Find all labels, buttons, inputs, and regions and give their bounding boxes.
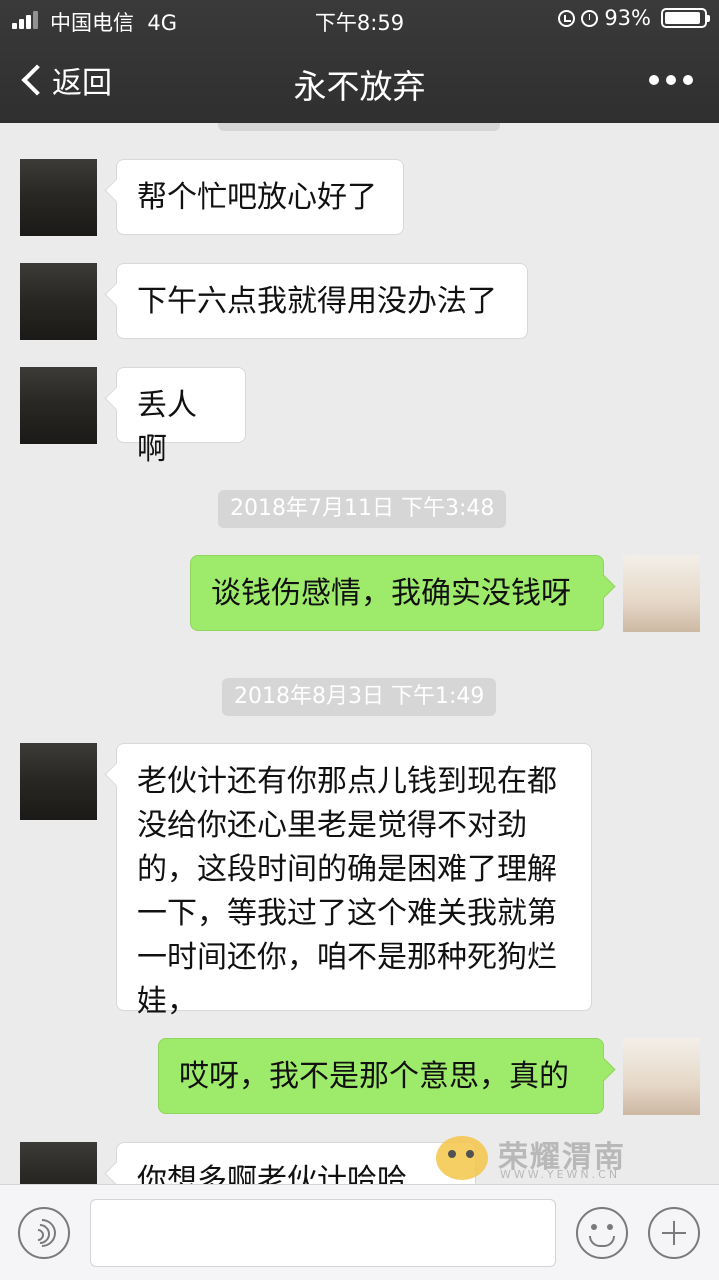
chat-area[interactable]: 帮个忙吧放心好了 下午六点我就得用没办法了 丢人啊 2018年7月11日 下午3… bbox=[0, 123, 719, 1184]
bee-logo-icon bbox=[436, 1136, 488, 1180]
timestamp: 2018年7月11日 下午3:48 bbox=[218, 490, 507, 528]
message-bubble-incoming[interactable]: 下午六点我就得用没办法了 bbox=[116, 263, 528, 339]
battery-tip bbox=[707, 15, 710, 22]
message-bubble-incoming[interactable]: 丢人啊 bbox=[116, 367, 246, 467]
battery-icon bbox=[661, 8, 710, 28]
contact-avatar[interactable] bbox=[20, 743, 97, 820]
contact-avatar[interactable] bbox=[20, 263, 97, 340]
status-indicators: 93% bbox=[558, 6, 710, 30]
alarm-icon bbox=[581, 9, 599, 27]
message-line: 娃， bbox=[137, 984, 197, 1019]
plus-icon[interactable] bbox=[648, 1207, 700, 1259]
my-avatar[interactable] bbox=[623, 1038, 700, 1115]
chat-title: 永不放弃 bbox=[293, 67, 426, 106]
message-text: 哎呀，我不是那个意思，真的 bbox=[179, 1059, 569, 1094]
message-bubble-outgoing[interactable]: 哎呀，我不是那个意思，真的 bbox=[158, 1038, 604, 1114]
timestamp-partial bbox=[218, 123, 500, 131]
message-text: 丢人啊 bbox=[137, 388, 197, 467]
message-line: 老伙计还有你那点儿钱到现在都 bbox=[137, 764, 557, 799]
ellipsis-icon[interactable] bbox=[649, 75, 693, 85]
message-line: 没给你还心里老是觉得不对劲 bbox=[137, 808, 527, 843]
message-line: 一下，等我过了这个难关我就第 bbox=[137, 896, 557, 931]
message-bubble-incoming[interactable]: 你想多啊老伙计哈哈 bbox=[116, 1142, 476, 1184]
voice-icon[interactable] bbox=[18, 1207, 70, 1259]
battery-percent: 93% bbox=[604, 6, 651, 30]
message-text: 下午六点我就得用没办法了 bbox=[137, 284, 497, 319]
input-bar bbox=[0, 1184, 719, 1280]
message-line: 一时间还你，咱不是那种死狗烂 bbox=[137, 940, 557, 975]
rotation-lock-icon bbox=[558, 9, 576, 27]
battery-fill bbox=[665, 12, 701, 24]
top-bar: 中国电信 4G 下午8:59 93% 返回 永不放弃 bbox=[0, 0, 719, 123]
message-text: 你想多啊老伙计哈哈 bbox=[137, 1163, 407, 1184]
contact-avatar[interactable] bbox=[20, 367, 97, 444]
message-bubble-incoming[interactable]: 帮个忙吧放心好了 bbox=[116, 159, 404, 235]
timestamp: 2018年8月3日 下午1:49 bbox=[222, 678, 497, 716]
watermark-sub: WWW.YEWN.CN bbox=[500, 1168, 621, 1181]
contact-avatar[interactable] bbox=[20, 159, 97, 236]
my-avatar[interactable] bbox=[623, 555, 700, 632]
message-text: 谈钱伤感情，我确实没钱呀 bbox=[211, 576, 571, 611]
emoji-icon[interactable] bbox=[576, 1207, 628, 1259]
nav-bar: 返回 永不放弃 bbox=[0, 40, 719, 123]
status-bar: 中国电信 4G 下午8:59 93% bbox=[0, 0, 719, 40]
message-input[interactable] bbox=[90, 1199, 556, 1267]
message-line: 的，这段时间的确是困难了理解 bbox=[137, 852, 557, 887]
watermark: 荣耀渭南 WWW.YEWN.CN bbox=[432, 1130, 642, 1186]
message-bubble-outgoing[interactable]: 谈钱伤感情，我确实没钱呀 bbox=[190, 555, 604, 631]
message-bubble-incoming[interactable]: 老伙计还有你那点儿钱到现在都 没给你还心里老是觉得不对劲 的，这段时间的确是困难… bbox=[116, 743, 592, 1019]
contact-avatar[interactable] bbox=[20, 1142, 97, 1184]
message-text: 帮个忙吧放心好了 bbox=[137, 180, 377, 215]
